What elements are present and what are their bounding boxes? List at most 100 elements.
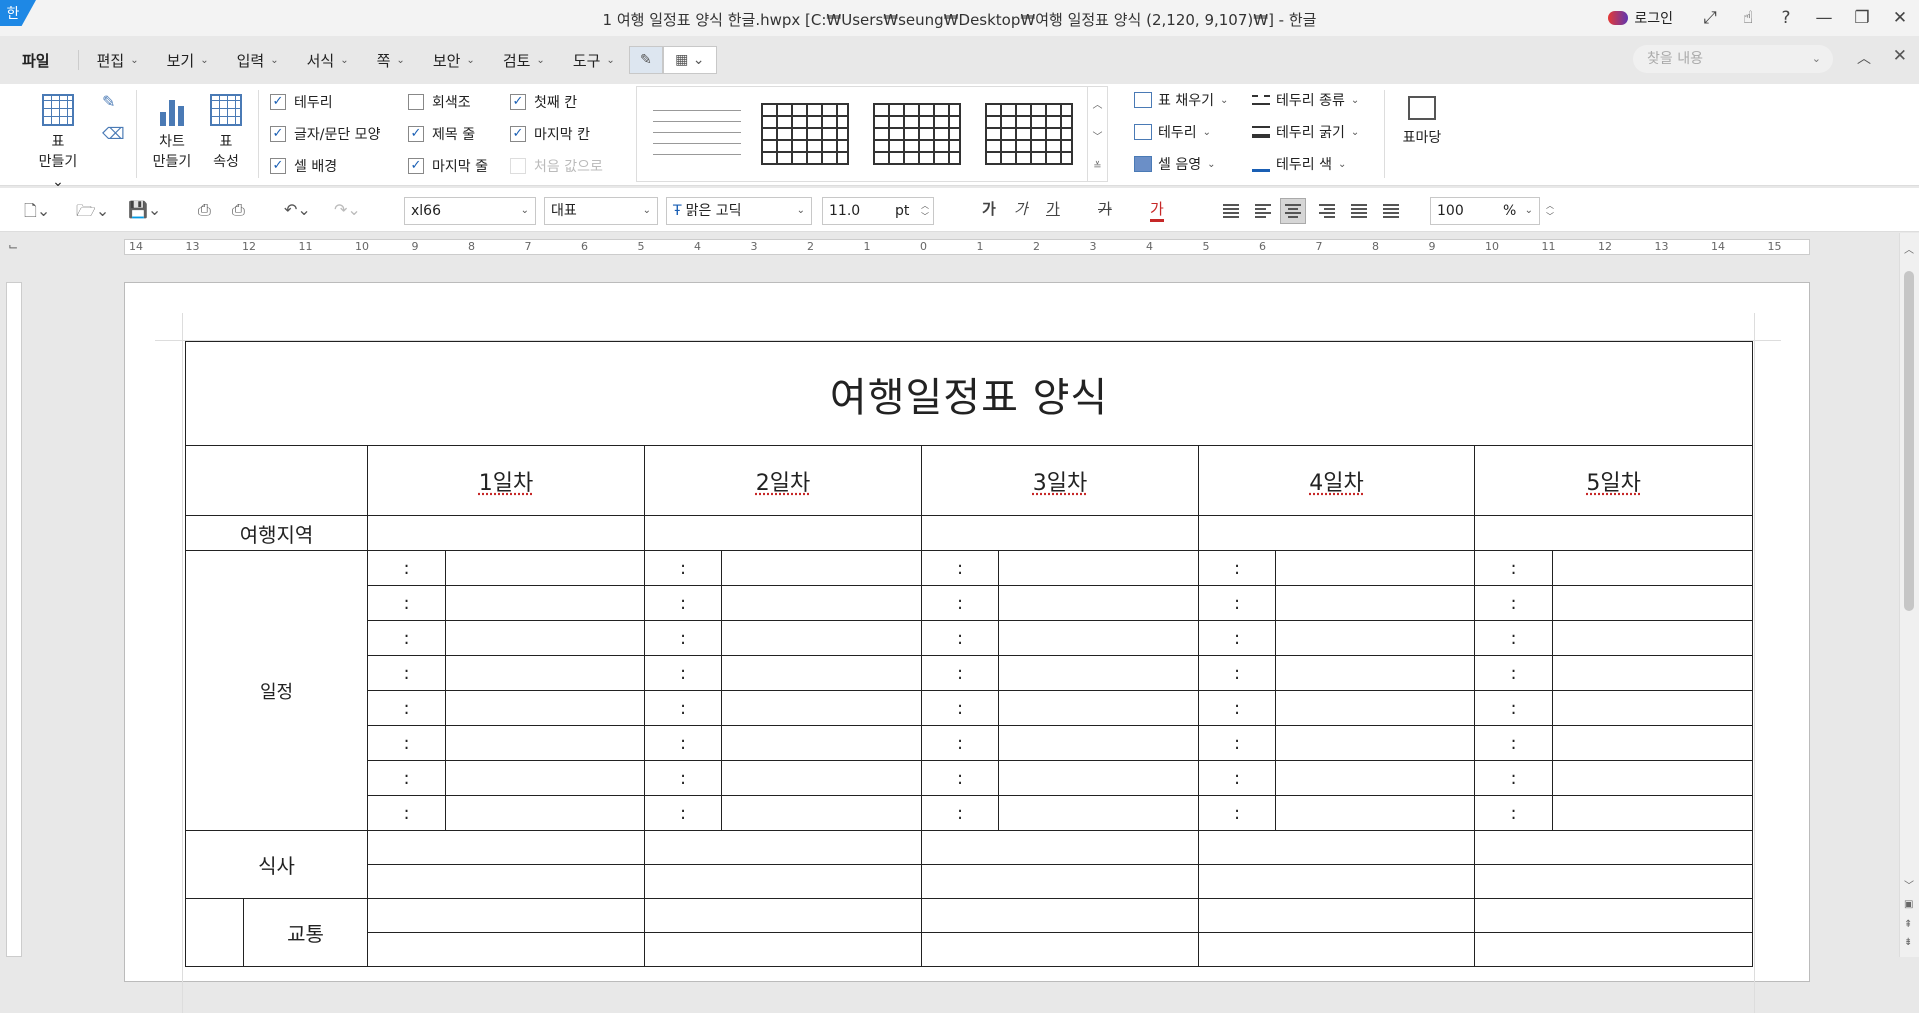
border-width-dropdown[interactable]: 테두리 굵기 ⌄ (1252, 122, 1359, 142)
time-cell[interactable]: : (644, 795, 722, 831)
transport-cell[interactable] (367, 932, 645, 967)
time-cell[interactable]: : (367, 620, 446, 656)
schedule-cell[interactable] (1551, 725, 1754, 761)
schedule-cell[interactable] (998, 620, 1199, 656)
time-cell[interactable]: : (367, 585, 446, 621)
transport-cell[interactable] (1198, 898, 1475, 933)
italic-button[interactable]: 가 (1014, 198, 1028, 219)
zoom-input[interactable]: 100% ⌄ (1430, 197, 1540, 225)
scroll-up-icon[interactable]: ︿ (1904, 241, 1914, 256)
time-cell[interactable]: : (367, 550, 446, 586)
schedule-cell[interactable] (1275, 690, 1475, 726)
transport-cell[interactable] (921, 932, 1199, 967)
search-input[interactable]: 찾을 내용 ⌄ (1633, 45, 1833, 73)
schedule-cell[interactable] (1551, 690, 1754, 726)
schedule-cell[interactable] (445, 620, 645, 656)
meal-cell[interactable] (1198, 830, 1475, 865)
time-cell[interactable]: : (921, 760, 999, 796)
meal-cell[interactable] (1473, 830, 1754, 865)
zoom-spinner[interactable]: ︿ ﹀ (1542, 198, 1558, 224)
vertical-ruler[interactable] (6, 282, 22, 957)
day-header[interactable]: 3일차 (921, 445, 1199, 516)
time-cell[interactable]: : (644, 725, 722, 761)
day-header[interactable]: 5일차 (1473, 445, 1754, 516)
menu-format[interactable]: 서식 ⌄ (293, 50, 363, 71)
transport-cell[interactable] (1198, 932, 1475, 967)
page-view-icon[interactable]: ▣ (1904, 899, 1913, 910)
schedule-cell[interactable] (721, 620, 922, 656)
check-first-col[interactable]: ✓ 첫째 칸 (510, 92, 577, 112)
time-cell[interactable]: : (1198, 795, 1276, 831)
border-type-dropdown[interactable]: 테두리 종류 ⌄ (1252, 90, 1359, 110)
menu-page[interactable]: 쪽 ⌄ (363, 50, 419, 71)
transport-cell[interactable] (1473, 932, 1754, 967)
schedule-cell[interactable] (998, 655, 1199, 691)
transport-cell[interactable] (367, 898, 645, 933)
time-cell[interactable]: : (921, 585, 999, 621)
expand-gallery-icon[interactable]: ≚ (1093, 161, 1101, 172)
table-cell[interactable] (644, 515, 922, 551)
text-color-button[interactable]: 가 (1150, 198, 1164, 222)
time-cell[interactable]: : (1198, 550, 1276, 586)
row-label-region[interactable]: 여행지역 (185, 515, 368, 551)
schedule-cell[interactable] (998, 760, 1199, 796)
time-cell[interactable]: : (1198, 760, 1276, 796)
login-button[interactable]: 로그인 (1608, 8, 1673, 28)
time-cell[interactable]: : (1474, 620, 1553, 656)
underline-button[interactable]: 가 (1046, 198, 1060, 219)
document-page[interactable]: 여행일정표 양식 1일차 2일차 3일차 4일차 5일차 여행지역 일정::::… (124, 282, 1810, 1013)
divide-align-icon[interactable] (1378, 198, 1404, 224)
time-cell[interactable]: : (644, 690, 722, 726)
table-make-button[interactable]: 표 만들기⌄ (38, 94, 78, 192)
row-label-meal[interactable]: 식사 (185, 830, 368, 899)
vertical-scrollbar[interactable]: ︿ ﹀ ▣ ⇞ ⇟ (1899, 233, 1919, 957)
meal-cell[interactable] (644, 830, 922, 865)
schedule-cell[interactable] (445, 795, 645, 831)
time-cell[interactable]: : (921, 620, 999, 656)
schedule-cell[interactable] (1551, 760, 1754, 796)
style-select[interactable]: xl66 ⌄ (404, 197, 536, 225)
time-cell[interactable]: : (1198, 620, 1276, 656)
print-icon[interactable]: ⎙ (198, 200, 211, 220)
next-page-icon[interactable]: ⇟ (1904, 937, 1912, 948)
schedule-cell[interactable] (998, 690, 1199, 726)
time-cell[interactable]: : (1198, 725, 1276, 761)
time-cell[interactable]: : (921, 690, 999, 726)
font-lang-select[interactable]: 대표 ⌄ (544, 197, 658, 225)
save-icon[interactable]: 💾⌄ (128, 200, 161, 219)
schedule-cell[interactable] (721, 550, 922, 586)
check-reset-default[interactable]: 처음 값으로 (510, 156, 603, 176)
time-cell[interactable]: : (1474, 585, 1553, 621)
transport-cell[interactable] (1473, 898, 1754, 933)
border-dropdown[interactable]: 테두리 ⌄ (1134, 122, 1211, 142)
schedule-cell[interactable] (1275, 655, 1475, 691)
font-size-spinner[interactable]: ︿ ﹀ (917, 198, 933, 224)
time-cell[interactable]: : (921, 795, 999, 831)
schedule-cell[interactable] (1551, 795, 1754, 831)
table-cell[interactable] (1198, 515, 1475, 551)
meal-cell[interactable] (921, 864, 1199, 899)
schedule-cell[interactable] (998, 795, 1199, 831)
meal-cell[interactable] (921, 830, 1199, 865)
schedule-cell[interactable] (1551, 620, 1754, 656)
schedule-cell[interactable] (1275, 795, 1475, 831)
cell-shade-dropdown[interactable]: 셀 음영 ⌄ (1134, 154, 1215, 174)
table-cell[interactable] (367, 515, 645, 551)
meal-cell[interactable] (1473, 864, 1754, 899)
schedule-cell[interactable] (445, 760, 645, 796)
table-style-3[interactable] (873, 103, 961, 165)
check-border[interactable]: ✓ 테두리 (270, 92, 333, 112)
time-cell[interactable]: : (644, 655, 722, 691)
border-color-dropdown[interactable]: 테두리 색 ⌄ (1252, 154, 1346, 174)
time-cell[interactable]: : (644, 585, 722, 621)
print-preview-icon[interactable]: ⎙ (232, 200, 245, 220)
time-cell[interactable]: : (1474, 550, 1553, 586)
time-cell[interactable]: : (367, 760, 446, 796)
font-size-input[interactable]: 11.0 pt ︿ ﹀ (822, 197, 934, 225)
transport-cell[interactable] (644, 898, 922, 933)
time-cell[interactable]: : (921, 655, 999, 691)
redo-icon[interactable]: ↷⌄ (334, 200, 361, 219)
time-cell[interactable]: : (1198, 655, 1276, 691)
day-header[interactable]: 1일차 (367, 445, 645, 516)
check-last-col[interactable]: ✓ 마지막 칸 (510, 124, 590, 144)
